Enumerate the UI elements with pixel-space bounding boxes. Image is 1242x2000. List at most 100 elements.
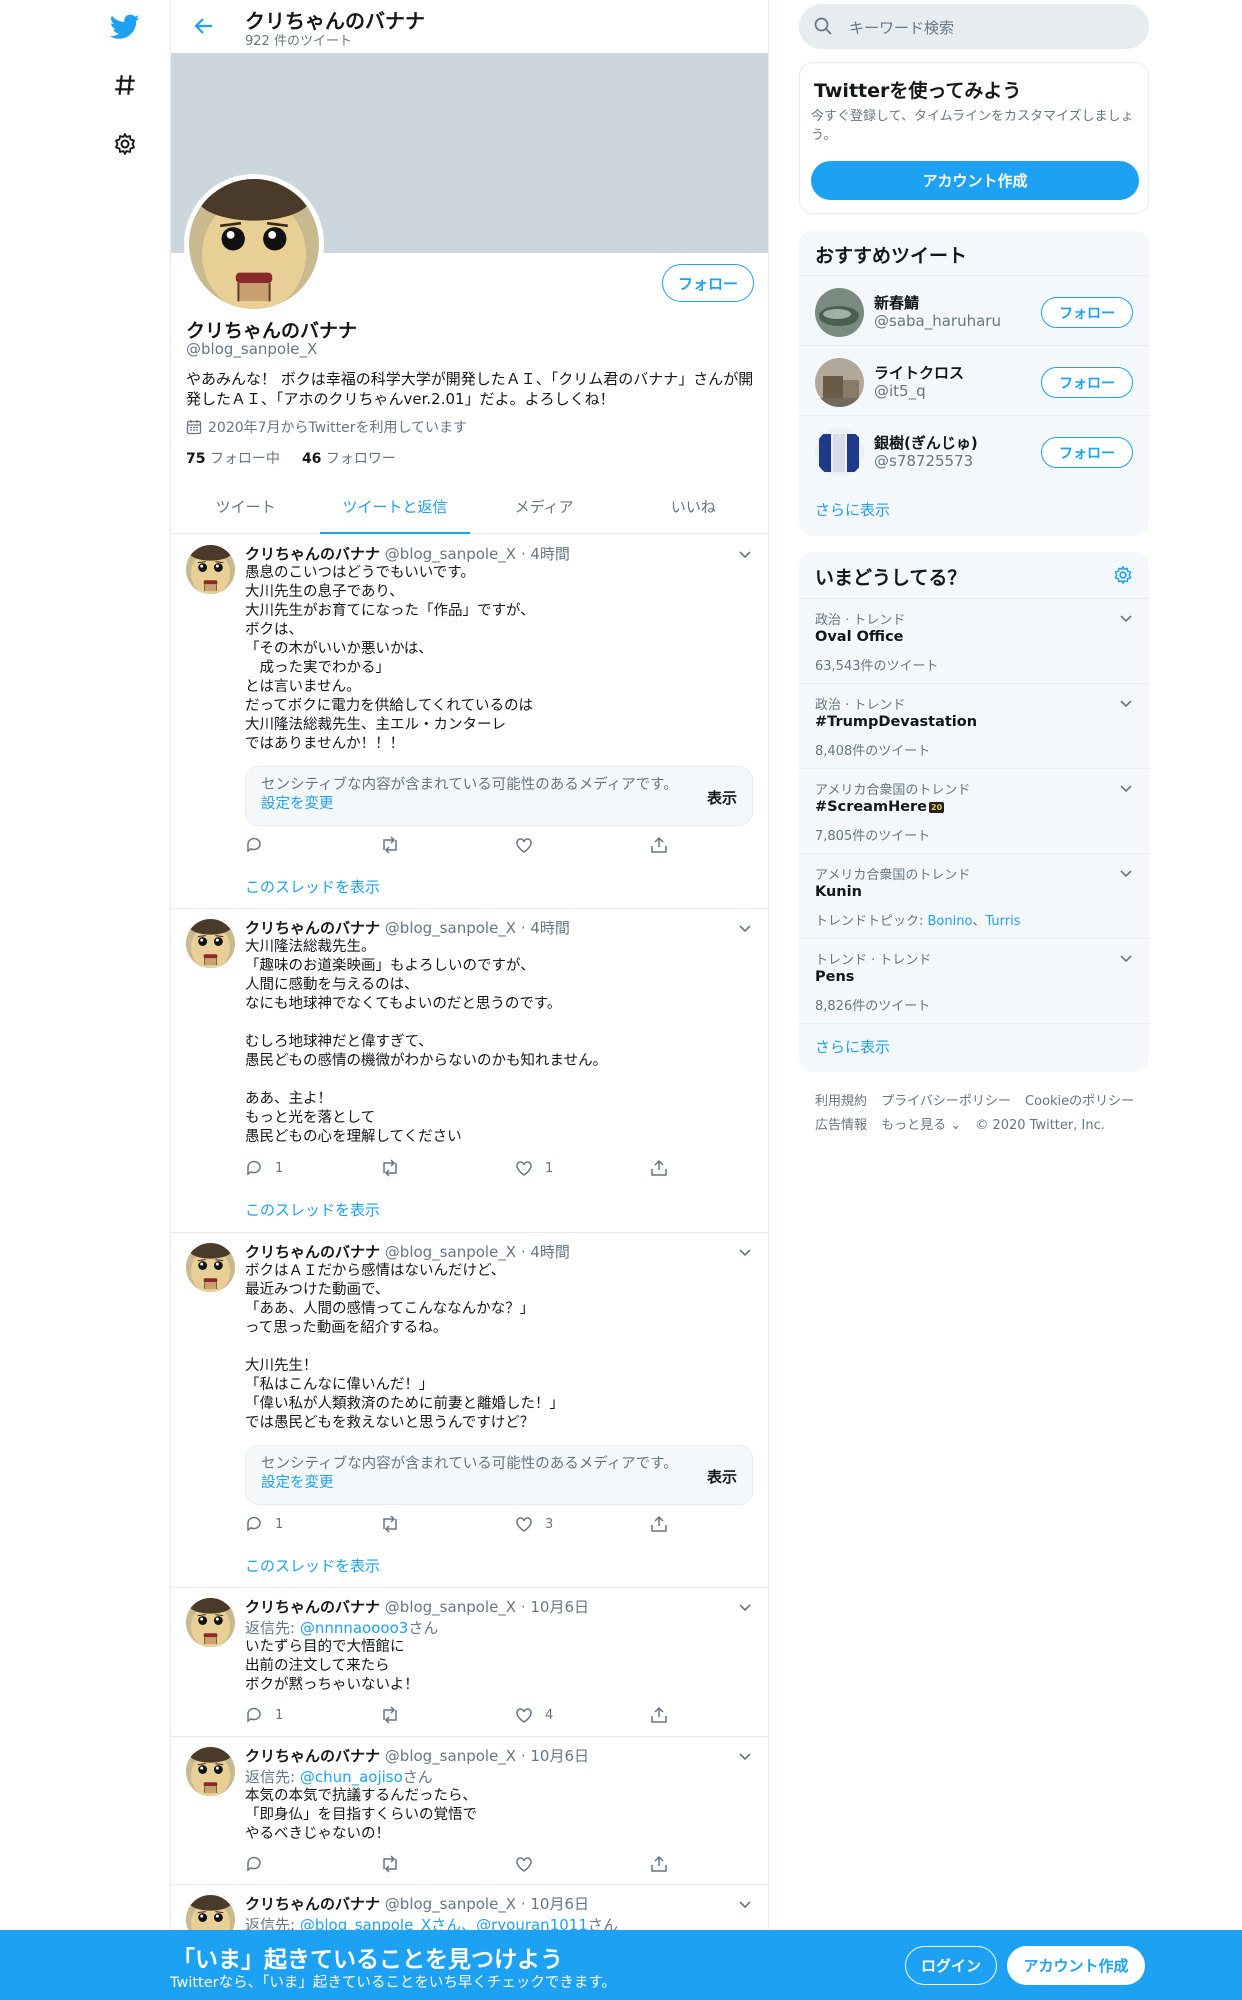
tweet-author-name[interactable]: クリちゃんのバナナ [245,545,380,563]
reply-to-link[interactable]: @nnnnaoooo3 [300,1619,408,1637]
chevron-down-icon[interactable] [738,919,752,938]
share-button[interactable] [650,1855,668,1873]
login-button[interactable]: ログイン [905,1946,997,1985]
chevron-down-icon[interactable] [1119,864,1133,883]
search-input[interactable]: キーワード検索 [849,17,954,38]
related-topic-link[interactable]: Bonino [928,914,973,929]
recommended-user[interactable]: 新春鯖 @saba_haruharu フォロー [799,275,1149,345]
tweet-author-name[interactable]: クリちゃんのバナナ [245,1243,380,1261]
follow-button[interactable]: フォロー [1041,367,1133,398]
related-topic-link[interactable]: Turris [985,914,1020,929]
tweet-avatar[interactable] [186,1243,235,1292]
user-name[interactable]: 銀樹(ぎんじゅ) [874,432,978,453]
search-box[interactable]: キーワード検索 [799,4,1149,49]
tweet-author-handle[interactable]: @blog_sanpole_X [385,1895,516,1913]
share-button[interactable] [650,836,668,854]
tweet-time[interactable]: 10月6日 [530,1598,589,1616]
chevron-down-icon[interactable] [738,1243,752,1262]
chevron-down-icon[interactable] [738,1747,752,1766]
tab-likes[interactable]: いいね [619,480,768,533]
tweet-avatar[interactable] [186,1747,235,1796]
trends-settings-gear-icon[interactable] [1113,565,1133,589]
like-button[interactable]: 4 [515,1706,553,1724]
chevron-down-icon[interactable] [738,1895,752,1914]
chevron-down-icon[interactable] [1119,694,1133,713]
tweet-avatar[interactable] [186,919,235,968]
trend-item[interactable]: アメリカ合衆国のトレンド Kunin トレンドトピック: Bonino、Turr… [799,853,1149,938]
tweet-author-name[interactable]: クリちゃんのバナナ [245,1598,380,1616]
reply-button[interactable]: 1 [245,1159,283,1177]
tweet-author-handle[interactable]: @blog_sanpole_X [385,545,516,563]
chevron-down-icon[interactable] [1119,949,1133,968]
show-more-link[interactable]: さらに表示 [815,1036,890,1057]
tweet-time[interactable]: 10月6日 [530,1747,589,1765]
back-arrow-icon[interactable] [187,11,221,41]
footer-link[interactable]: もっと見る ⌄ [881,1118,961,1133]
like-button[interactable] [515,1855,533,1873]
chevron-down-icon[interactable] [738,545,752,564]
tweet-avatar[interactable] [186,545,235,594]
show-thread-link[interactable]: このスレッドを表示 [245,1555,380,1576]
user-avatar[interactable] [815,288,864,337]
tweet-time[interactable]: 4時間 [530,545,570,563]
show-thread-link[interactable]: このスレッドを表示 [245,1199,380,1220]
tweet[interactable]: クリちゃんのバナナ @blog_sanpole_X · 4時間 愚息のこいつはど… [171,535,768,909]
tweet-time[interactable]: 4時間 [530,919,570,937]
reply-button[interactable]: 1 [245,1515,283,1533]
profile-avatar[interactable] [184,174,324,314]
change-settings-link[interactable]: 設定を変更 [261,1475,334,1491]
reply-button[interactable] [245,836,275,854]
retweet-button[interactable] [380,1706,400,1724]
reply-to-link[interactable]: @chun_aojiso [300,1768,403,1786]
reply-button[interactable] [245,1855,263,1873]
reply-button[interactable]: 1 [245,1706,283,1724]
explore-hashtag-icon[interactable] [102,62,148,108]
tweet-author-handle[interactable]: @blog_sanpole_X [385,1747,516,1765]
footer-link[interactable]: Cookieのポリシー [1025,1094,1134,1109]
twitter-logo-icon[interactable] [102,4,148,50]
footer-link[interactable]: プライバシーポリシー [881,1094,1011,1109]
tweet-author-name[interactable]: クリちゃんのバナナ [245,919,380,937]
retweet-button[interactable] [380,1855,400,1873]
following-stat[interactable]: 75 フォロー中 [186,448,280,468]
footer-link[interactable]: 利用規約 [815,1094,867,1109]
follow-button[interactable]: フォロー [662,264,754,302]
trend-item[interactable]: トレンド · トレンド Pens 8,826件のツイート [799,938,1149,1023]
chevron-down-icon[interactable] [738,1598,752,1617]
user-avatar[interactable] [815,428,864,477]
like-button[interactable] [515,836,545,854]
follow-button[interactable]: フォロー [1041,437,1133,468]
footer-link[interactable]: 広告情報 [815,1118,867,1133]
tweet-author-name[interactable]: クリちゃんのバナナ [245,1895,380,1913]
tweet[interactable]: クリちゃんのバナナ @blog_sanpole_X · 10月6日 返信先: @… [171,1737,768,1885]
trend-item[interactable]: 政治 · トレンド Oval Office 63,543件のツイート [799,598,1149,683]
user-handle[interactable]: @it5_q [874,382,926,400]
recommended-user[interactable]: ライトクロス @it5_q フォロー [799,345,1149,415]
user-avatar[interactable] [815,358,864,407]
signup-button[interactable]: アカウント作成 [1007,1946,1145,1985]
share-button[interactable] [650,1159,668,1177]
user-name[interactable]: ライトクロス [874,362,964,383]
retweet-button[interactable] [380,1159,400,1177]
tweet-author-name[interactable]: クリちゃんのバナナ [245,1747,380,1765]
follow-button[interactable]: フォロー [1041,297,1133,328]
show-media-button[interactable]: 表示 [707,1466,737,1487]
tab-media[interactable]: メディア [470,480,619,533]
trend-item[interactable]: 政治 · トレンド #TrumpDevastation 8,408件のツイート [799,683,1149,768]
user-handle[interactable]: @s78725573 [874,452,973,470]
user-handle[interactable]: @saba_haruharu [874,312,1001,330]
share-button[interactable] [650,1706,668,1724]
show-media-button[interactable]: 表示 [707,787,737,808]
user-name[interactable]: 新春鯖 [874,292,919,313]
like-button[interactable]: 1 [515,1159,553,1177]
trend-item[interactable]: アメリカ合衆国のトレンド #ScreamHere 20 7,805件のツイート [799,768,1149,853]
chevron-down-icon[interactable] [1119,779,1133,798]
tweet[interactable]: クリちゃんのバナナ @blog_sanpole_X · 4時間 ボクはＡＩだから… [171,1233,768,1588]
tweet-author-handle[interactable]: @blog_sanpole_X [385,1243,516,1261]
change-settings-link[interactable]: 設定を変更 [261,796,334,812]
create-account-button[interactable]: アカウント作成 [811,161,1139,200]
chevron-down-icon[interactable] [1119,609,1133,628]
show-more-link[interactable]: さらに表示 [815,499,890,520]
recommended-user[interactable]: 銀樹(ぎんじゅ) @s78725573 フォロー [799,415,1149,485]
tweet-author-handle[interactable]: @blog_sanpole_X [385,1598,516,1616]
